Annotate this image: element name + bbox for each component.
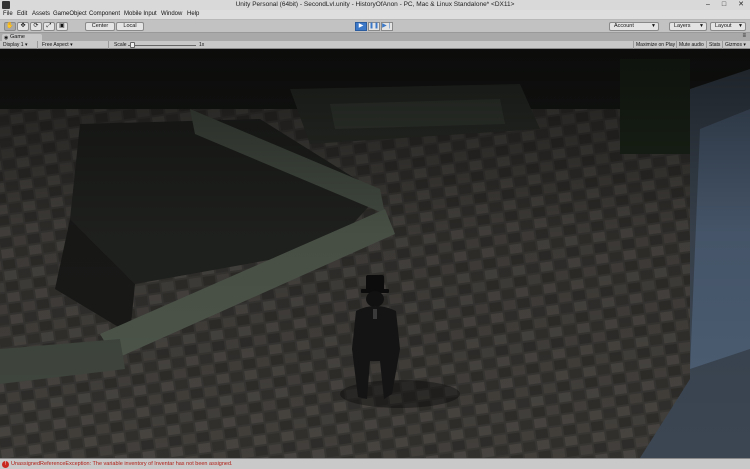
error-icon: !: [2, 461, 9, 468]
chevron-down-icon: ▼: [699, 23, 704, 29]
window-title: Unity Personal (64bit) - SecondLvl.unity…: [235, 1, 515, 8]
game-view-controls: Display 1 ▾ Free Aspect ▾ Scale 1x Maxim…: [0, 41, 750, 49]
stats-toggle[interactable]: Stats: [706, 41, 722, 49]
panel-tab-bar: ◉ Game ≡: [0, 33, 750, 41]
console-error-message[interactable]: UnassignedReferenceException: The variab…: [11, 461, 233, 467]
scale-slider-handle[interactable]: [130, 42, 135, 48]
hand-tool-button[interactable]: ✋: [4, 22, 16, 31]
game-scene-render: [0, 49, 750, 458]
scale-label: Scale: [114, 42, 127, 48]
menu-window[interactable]: Window: [161, 11, 182, 17]
menu-file[interactable]: File: [3, 11, 13, 17]
layout-label: Layout: [715, 23, 732, 29]
scale-slider-track[interactable]: [128, 45, 196, 46]
aspect-dropdown[interactable]: Free Aspect ▾: [39, 41, 109, 49]
step-button[interactable]: ▶❘: [381, 22, 393, 31]
aspect-label: Free Aspect: [42, 42, 69, 48]
menu-component[interactable]: Component: [89, 11, 120, 17]
maximize-button[interactable]: □: [716, 0, 732, 10]
window-title-bar: Unity Personal (64bit) - SecondLvl.unity…: [0, 0, 750, 10]
mute-audio-toggle[interactable]: Mute audio: [676, 41, 706, 49]
scale-value: 1x: [199, 42, 205, 48]
rect-tool-button[interactable]: ▣: [56, 22, 68, 31]
main-toolbar: ✋ ✥ ⟳ ⤢ ▣ Center Local ▶ ❚❚ ▶❘ Account ▼ …: [0, 20, 750, 33]
account-dropdown[interactable]: Account ▼: [609, 22, 659, 31]
pause-button[interactable]: ❚❚: [368, 22, 380, 31]
chevron-down-icon: ▾: [24, 42, 28, 48]
gizmos-label: Gizmos: [725, 42, 742, 48]
scale-tool-button[interactable]: ⤢: [43, 22, 55, 31]
menu-gameobject[interactable]: GameObject: [53, 11, 87, 17]
menu-edit[interactable]: Edit: [17, 11, 27, 17]
menu-assets[interactable]: Assets: [32, 11, 50, 17]
layers-label: Layers: [674, 23, 691, 29]
space-local-toggle[interactable]: Local: [116, 22, 144, 31]
display-label: Display 1: [3, 42, 24, 48]
menu-bar: File Edit Assets GameObject Component Mo…: [0, 10, 750, 20]
account-label: Account: [614, 23, 634, 29]
display-dropdown[interactable]: Display 1 ▾: [0, 41, 38, 49]
layers-dropdown[interactable]: Layers ▼: [669, 22, 707, 31]
pivot-center-toggle[interactable]: Center: [85, 22, 115, 31]
chevron-down-icon: ▾: [743, 42, 746, 48]
rotate-tool-button[interactable]: ⟳: [30, 22, 42, 31]
layout-dropdown[interactable]: Layout ▼: [710, 22, 746, 31]
menu-help[interactable]: Help: [187, 11, 199, 17]
console-status-bar[interactable]: ! UnassignedReferenceException: The vari…: [0, 458, 750, 469]
close-button[interactable]: ✕: [732, 0, 750, 10]
gizmos-dropdown[interactable]: Gizmos ▾: [722, 41, 748, 49]
move-tool-button[interactable]: ✥: [17, 22, 29, 31]
minimize-button[interactable]: –: [700, 0, 716, 10]
chevron-down-icon: ▾: [70, 42, 73, 48]
maximize-on-play-toggle[interactable]: Maximize on Play: [633, 41, 677, 49]
game-viewport[interactable]: [0, 49, 750, 458]
menu-mobile-input[interactable]: Mobile Input: [124, 11, 157, 17]
chevron-down-icon: ▼: [651, 23, 656, 29]
tab-game-label: Game: [10, 34, 25, 40]
chevron-down-icon: ▼: [738, 23, 743, 29]
play-button[interactable]: ▶: [355, 22, 367, 31]
tab-game[interactable]: ◉ Game: [2, 34, 42, 41]
panel-menu-icon[interactable]: ≡: [742, 33, 746, 39]
